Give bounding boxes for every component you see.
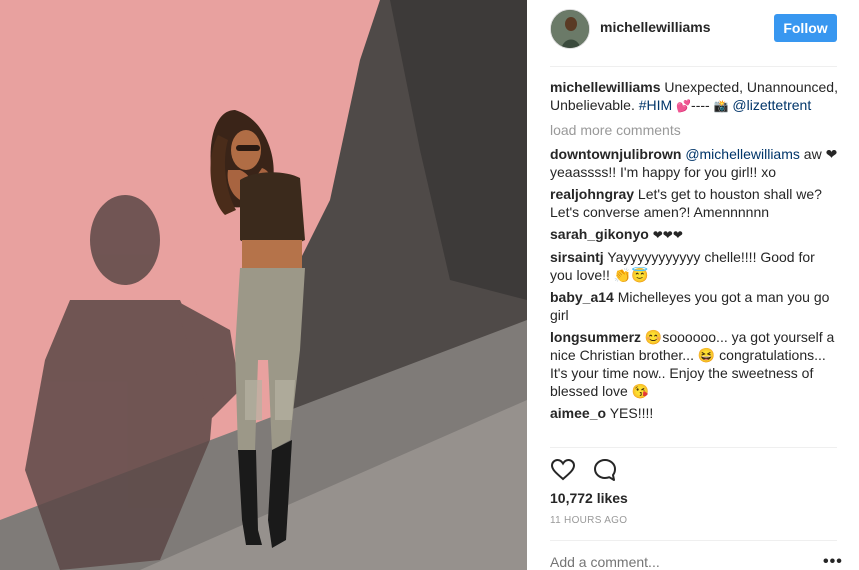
post-side-panel: michellewilliams Follow michellewilliams… [527,0,859,570]
speech-bubble-icon[interactable] [592,457,618,483]
caption-mention[interactable]: @lizettetrent [732,97,811,113]
comment-item: baby_a14 Michelleyes you got a man you g… [550,288,840,324]
caption-hashtag[interactable]: #HIM [639,97,672,113]
avatar[interactable] [550,9,590,49]
comment-item: longsummerz 😊soooooo... ya got yourself … [550,328,840,400]
header-username[interactable]: michellewilliams [600,19,711,35]
comment-item: sirsaintj Yayyyyyyyyyyy chelle!!!! Good … [550,248,840,284]
add-comment-input[interactable] [550,554,810,570]
comment-username[interactable]: longsummerz [550,329,641,345]
actions-divider [550,447,837,448]
comment-username[interactable]: sirsaintj [550,249,604,265]
post-container: michellewilliams Follow michellewilliams… [0,0,859,570]
post-header: michellewilliams Follow [527,0,859,66]
comment-item: realjohngray Let's get to houston shall … [550,185,840,221]
comment-text: YES!!!! [609,405,654,421]
heart-icon[interactable] [550,457,576,483]
camera-emoji: 📸 [713,99,729,113]
caption: michellewilliams Unexpected, Unannounced… [550,78,840,115]
more-options-icon[interactable]: ••• [823,553,843,570]
load-more-comments[interactable]: load more comments [550,121,840,139]
likes-count[interactable]: 10,772 likes [550,490,628,506]
comment-username[interactable]: baby_a14 [550,289,614,305]
follow-button[interactable]: Follow [774,14,837,42]
comment-item: aimee_o YES!!!! [550,404,840,422]
photo-illustration [0,0,527,570]
caption-username[interactable]: michellewilliams [550,79,661,95]
hearts-emoji: 💕 [676,99,692,113]
comment-username[interactable]: downtownjulibrown [550,146,681,162]
comment-username[interactable]: aimee_o [550,405,606,421]
caption-suffix: ---- [691,97,710,113]
comments-list[interactable]: michellewilliams Unexpected, Unannounced… [550,78,840,445]
comment-username[interactable]: sarah_gikonyo [550,226,649,242]
comment-username[interactable]: realjohngray [550,186,634,202]
comment-divider [550,540,837,541]
avatar-image [551,10,589,48]
header-divider [550,66,837,67]
comment-item: downtownjulibrown @michellewilliams aw ❤… [550,145,840,181]
post-timestamp[interactable]: 11 HOURS AGO [550,515,627,526]
comment-item: sarah_gikonyo ❤❤❤ [550,225,840,244]
action-bar [550,457,630,483]
comment-text: ❤❤❤ [652,228,683,242]
comment-mention[interactable]: @michellewilliams [685,146,800,162]
post-photo[interactable] [0,0,527,570]
